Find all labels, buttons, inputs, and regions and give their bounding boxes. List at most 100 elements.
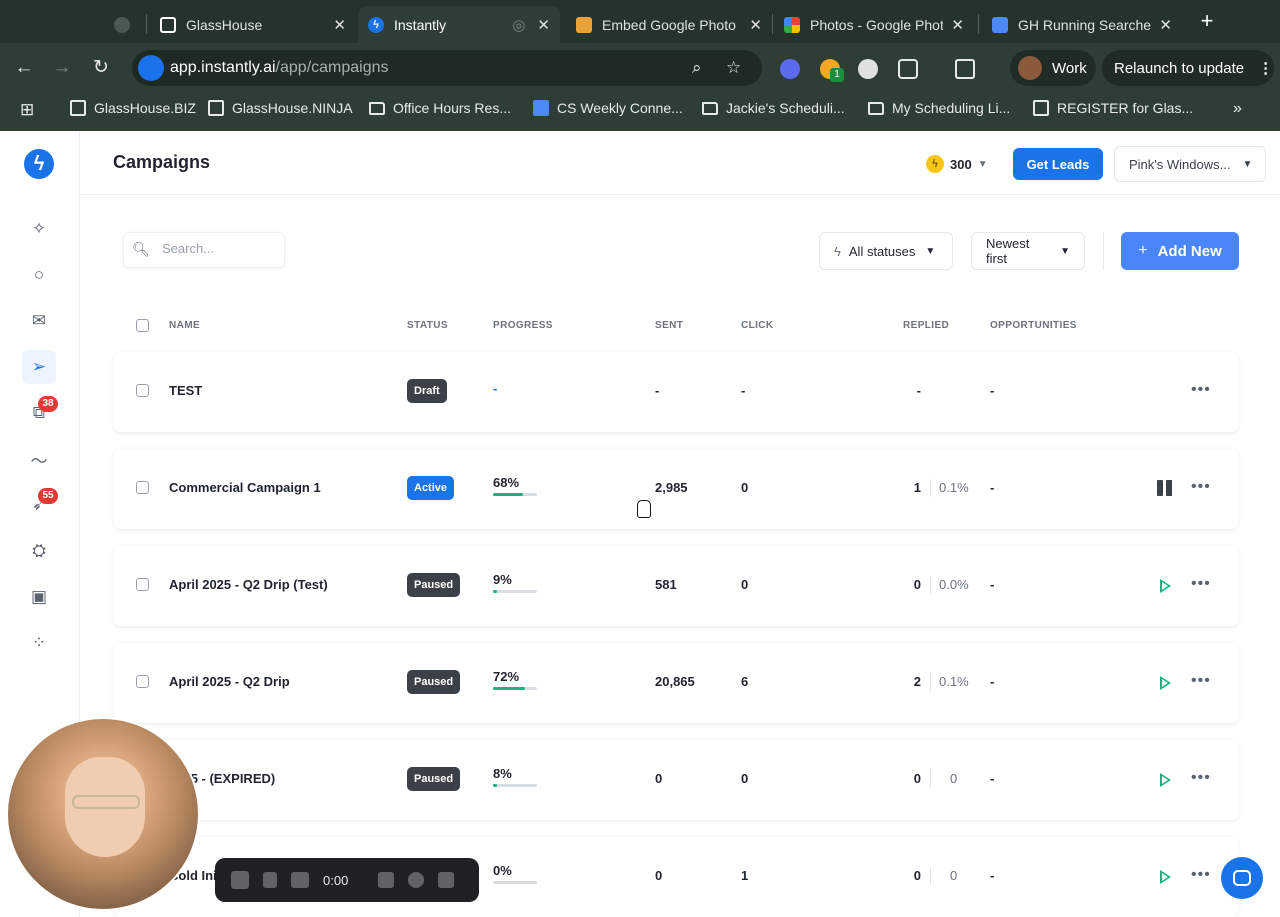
more-options-icon[interactable]: ••• <box>1191 575 1211 593</box>
sent-count: 581 <box>655 577 677 592</box>
browser-chrome: GlassHouse ✕ ϟ Instantly ◎ ✕ Embed Googl… <box>0 0 1280 131</box>
instantly-logo[interactable]: ϟ <box>24 149 54 179</box>
row-checkbox[interactable] <box>136 675 149 688</box>
play-icon[interactable] <box>1160 773 1171 787</box>
progress-bar <box>493 687 537 690</box>
bookmark-item[interactable]: Office Hours Res... <box>369 100 511 116</box>
chat-button[interactable] <box>1221 857 1263 899</box>
bookmark-item[interactable]: CS Weekly Conne... <box>533 100 683 116</box>
new-tab-button[interactable]: + <box>1196 8 1218 34</box>
divider <box>1103 232 1104 270</box>
sparkle-icon[interactable]: ✧ <box>22 212 56 246</box>
grid-icon[interactable] <box>378 872 395 888</box>
forward-button[interactable]: → <box>49 55 75 81</box>
add-new-button[interactable]: + Add New <box>1121 232 1239 270</box>
tab-embed-google-photo[interactable]: Embed Google Photo ✕ <box>566 6 772 43</box>
extension-icon[interactable] <box>858 59 878 79</box>
campaign-name[interactable]: April 2025 - Q2 Drip (Test) <box>169 577 328 592</box>
sort-label: Newest first <box>986 236 1030 266</box>
send-icon[interactable]: ➢ <box>22 350 56 384</box>
bookmark-item[interactable]: Jackie's Scheduli... <box>702 100 845 116</box>
more-options-icon[interactable]: ••• <box>1191 866 1211 884</box>
tab-glasshouse[interactable]: GlassHouse ✕ <box>150 6 356 43</box>
stop-icon[interactable] <box>231 871 249 889</box>
chevron-right-icon[interactable]: » <box>1233 100 1242 118</box>
zoom-icon[interactable]: ⌕ <box>692 58 702 78</box>
status-badge: Paused <box>407 767 461 791</box>
status-filter-dropdown[interactable]: ϟ All statuses ▼ <box>819 232 953 270</box>
search-icon[interactable]: ○ <box>22 258 56 292</box>
tab-search-icon[interactable] <box>955 59 975 79</box>
play-icon[interactable] <box>1160 870 1171 884</box>
row-checkbox[interactable] <box>136 578 149 591</box>
notification-badge: 38 <box>38 396 58 412</box>
close-icon[interactable]: ✕ <box>951 16 964 34</box>
apps-icon[interactable]: ⊞ <box>20 100 34 120</box>
bookmark-item[interactable]: GlassHouse.NINJA <box>208 100 353 116</box>
play-icon[interactable] <box>1160 579 1171 593</box>
mouse-cursor <box>637 500 651 518</box>
bookmark-label: REGISTER for Glas... <box>1057 100 1194 116</box>
campaign-name[interactable]: Commercial Campaign 1 <box>169 480 321 495</box>
search-box[interactable]: 🔍︎ <box>123 232 285 268</box>
pause-icon[interactable] <box>263 872 277 888</box>
kebab-icon[interactable]: ⋮ <box>1258 59 1273 77</box>
table-row[interactable] <box>114 352 1238 432</box>
close-icon[interactable]: ✕ <box>749 16 762 34</box>
select-all-checkbox[interactable] <box>136 319 149 332</box>
integrations-icon[interactable]: ⁘ <box>22 626 56 660</box>
table-row[interactable] <box>114 740 1238 820</box>
close-icon[interactable]: ✕ <box>537 16 550 34</box>
site-info-icon[interactable] <box>138 55 164 81</box>
address-bar[interactable]: app.instantly.ai/app/campaigns ⌕ ☆ <box>132 50 762 86</box>
progress-value: 68% <box>493 475 520 490</box>
inbox-icon[interactable]: ▣ <box>22 580 56 614</box>
tab-pinned[interactable] <box>104 6 144 43</box>
robot-icon[interactable]: ⛭ <box>22 534 56 568</box>
star-icon[interactable]: ☆ <box>726 58 741 78</box>
close-icon[interactable]: ✕ <box>333 16 346 34</box>
row-checkbox[interactable] <box>136 481 149 494</box>
cell-divider <box>930 867 931 885</box>
cube-icon <box>576 16 592 33</box>
campaign-name[interactable]: TEST <box>169 383 202 398</box>
opportunities-count: - <box>990 771 995 786</box>
campaign-name[interactable]: April 2025 - Q2 Drip <box>169 674 290 689</box>
more-options-icon[interactable]: ••• <box>1191 381 1211 399</box>
extension-icon[interactable] <box>780 59 800 79</box>
bookmark-item[interactable]: My Scheduling Li... <box>868 100 1010 116</box>
reload-button[interactable]: ↻ <box>88 55 114 81</box>
puzzle-icon[interactable] <box>898 59 918 79</box>
more-options-icon[interactable]: ••• <box>1191 672 1211 690</box>
row-checkbox[interactable] <box>136 384 149 397</box>
play-icon[interactable] <box>1160 676 1171 690</box>
trash-icon[interactable] <box>438 872 455 888</box>
more-options-icon[interactable]: ••• <box>1191 769 1211 787</box>
get-leads-button[interactable]: Get Leads <box>1013 148 1103 180</box>
close-icon[interactable]: ✕ <box>1159 16 1172 34</box>
relaunch-button[interactable]: Relaunch to update ⋮ <box>1102 50 1274 86</box>
tab-instantly[interactable]: ϟ Instantly ◎ ✕ <box>358 6 560 43</box>
progress-value: 9% <box>493 572 512 587</box>
analytics-icon[interactable]: 〜 <box>22 442 56 476</box>
tab-google-photos[interactable]: Photos - Google Phot ✕ <box>774 6 974 43</box>
bookmark-item[interactable]: GlassHouse.BIZ <box>70 100 196 116</box>
rewind-icon[interactable] <box>291 872 309 888</box>
mail-icon[interactable]: ✉ <box>22 304 56 338</box>
sort-dropdown[interactable]: Newest first ▼ <box>971 232 1085 270</box>
tab-gh-running-searches[interactable]: GH Running Searches ✕ <box>982 6 1182 43</box>
more-options-icon[interactable]: ••• <box>1191 478 1211 496</box>
url-text: app.instantly.ai/app/campaigns <box>170 59 389 77</box>
bookmark-item[interactable]: REGISTER for Glas... <box>1033 100 1193 116</box>
profile-button[interactable]: Work <box>1010 50 1096 86</box>
replied-count: 2 <box>913 674 921 689</box>
tab-label: GH Running Searches <box>1018 16 1152 33</box>
workspace-dropdown[interactable]: Pink's Windows... ▼ <box>1114 146 1266 182</box>
glasshouse-icon <box>160 16 176 33</box>
restart-icon[interactable] <box>408 872 425 888</box>
back-button[interactable]: ← <box>11 55 37 81</box>
progress-value: - <box>493 381 498 396</box>
pause-icon[interactable] <box>1157 480 1173 496</box>
search-input[interactable] <box>162 241 277 256</box>
credits-dropdown[interactable]: ϟ 300 ▼ <box>926 155 988 173</box>
